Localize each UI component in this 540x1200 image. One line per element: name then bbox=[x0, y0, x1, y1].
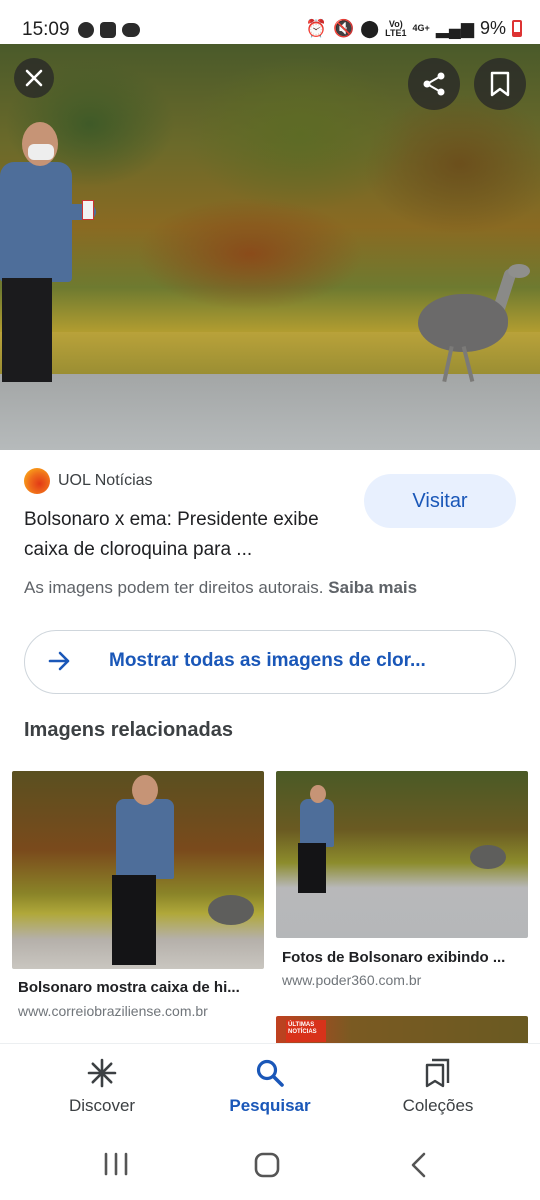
nav-collections-label: Coleções bbox=[402, 1096, 474, 1115]
recents-icon bbox=[104, 1152, 128, 1176]
recents-button[interactable] bbox=[102, 1151, 130, 1182]
back-button[interactable] bbox=[408, 1151, 430, 1184]
close-icon bbox=[25, 69, 43, 87]
image-rhea bbox=[418, 260, 538, 383]
related-domain: www.correiobraziliense.com.br bbox=[18, 1003, 208, 1019]
nav-search[interactable]: Pesquisar bbox=[200, 1054, 340, 1116]
related-item[interactable]: Bolsonaro mostra caixa de hi... www.corr… bbox=[12, 771, 264, 1021]
source-name: UOL Notícias bbox=[58, 472, 153, 489]
signal-icon: ▂▄▆ bbox=[435, 18, 474, 38]
related-thumbnail[interactable] bbox=[276, 771, 528, 938]
status-bar: 15:09 ⏰ 🔇 ⬤ Vo) LTE1 4G+ ▂▄▆ 9% bbox=[0, 0, 540, 44]
asterisk-icon bbox=[87, 1058, 117, 1088]
nav-collections[interactable]: Coleções bbox=[368, 1054, 508, 1116]
image-ground bbox=[0, 374, 540, 450]
learn-more-link[interactable]: Saiba mais bbox=[328, 578, 417, 597]
related-caption: Bolsonaro mostra caixa de hi... bbox=[18, 979, 240, 996]
back-icon bbox=[411, 1152, 426, 1178]
app-notification-icon bbox=[100, 22, 116, 38]
related-caption: Fotos de Bolsonaro exibindo ... bbox=[282, 949, 506, 966]
bookmark-button[interactable] bbox=[474, 58, 526, 110]
nav-discover-label: Discover bbox=[68, 1096, 136, 1115]
visit-button[interactable]: Visitar bbox=[364, 474, 516, 528]
related-item[interactable]: ÚLTIMAS NOTÍCIAS bbox=[276, 1016, 528, 1044]
location-icon: ⬤ bbox=[360, 18, 380, 38]
volte-indicator: Vo) LTE1 bbox=[385, 18, 407, 38]
bottom-navigation: Discover Pesquisar Coleções bbox=[0, 1043, 540, 1133]
share-button[interactable] bbox=[408, 58, 460, 110]
nav-search-label: Pesquisar bbox=[229, 1096, 311, 1115]
search-icon bbox=[256, 1059, 284, 1087]
close-button[interactable] bbox=[14, 58, 54, 98]
copyright-text: As imagens podem ter direitos autorais. bbox=[24, 578, 324, 597]
copyright-notice: As imagens podem ter direitos autorais. … bbox=[24, 578, 417, 598]
related-heading: Imagens relacionadas bbox=[24, 719, 233, 741]
share-icon bbox=[423, 72, 445, 96]
alarm-icon: ⏰ bbox=[305, 18, 327, 38]
main-image[interactable] bbox=[0, 44, 540, 450]
image-title[interactable]: Bolsonaro x ema: Presidente exibe caixa … bbox=[24, 505, 354, 565]
network-generation: 4G+ bbox=[412, 23, 430, 33]
arrow-right-icon bbox=[47, 648, 73, 674]
whatsapp-icon bbox=[78, 22, 94, 38]
battery-icon bbox=[512, 20, 522, 37]
collections-icon bbox=[425, 1058, 450, 1088]
home-icon bbox=[254, 1152, 280, 1178]
home-button[interactable] bbox=[253, 1151, 281, 1184]
status-time: 15:09 bbox=[22, 19, 70, 40]
show-all-images-button[interactable]: Mostrar todas as imagens de clor... bbox=[24, 630, 516, 694]
source-info[interactable]: UOL Notícias bbox=[24, 468, 153, 494]
image-person bbox=[0, 122, 96, 382]
mute-icon: 🔇 bbox=[332, 18, 355, 38]
app-notification-icon-2 bbox=[122, 23, 140, 37]
show-all-label: Mostrar todas as imagens de clor... bbox=[109, 650, 426, 671]
related-item[interactable]: Fotos de Bolsonaro exibindo ... www.pode… bbox=[276, 771, 528, 1001]
uol-logo-icon bbox=[24, 468, 50, 494]
system-navigation bbox=[0, 1133, 540, 1200]
notification-icons bbox=[78, 22, 140, 38]
related-thumbnail[interactable] bbox=[12, 771, 264, 969]
battery-percent: 9% bbox=[479, 18, 506, 38]
nav-discover[interactable]: Discover bbox=[32, 1054, 172, 1116]
news-badge: ÚLTIMAS NOTÍCIAS bbox=[286, 1020, 326, 1042]
related-domain: www.poder360.com.br bbox=[282, 972, 422, 988]
status-icons: ⏰ 🔇 ⬤ Vo) LTE1 4G+ ▂▄▆ 9% bbox=[306, 18, 522, 39]
bookmark-icon bbox=[490, 71, 510, 97]
related-thumbnail[interactable]: ÚLTIMAS NOTÍCIAS bbox=[276, 1016, 528, 1044]
